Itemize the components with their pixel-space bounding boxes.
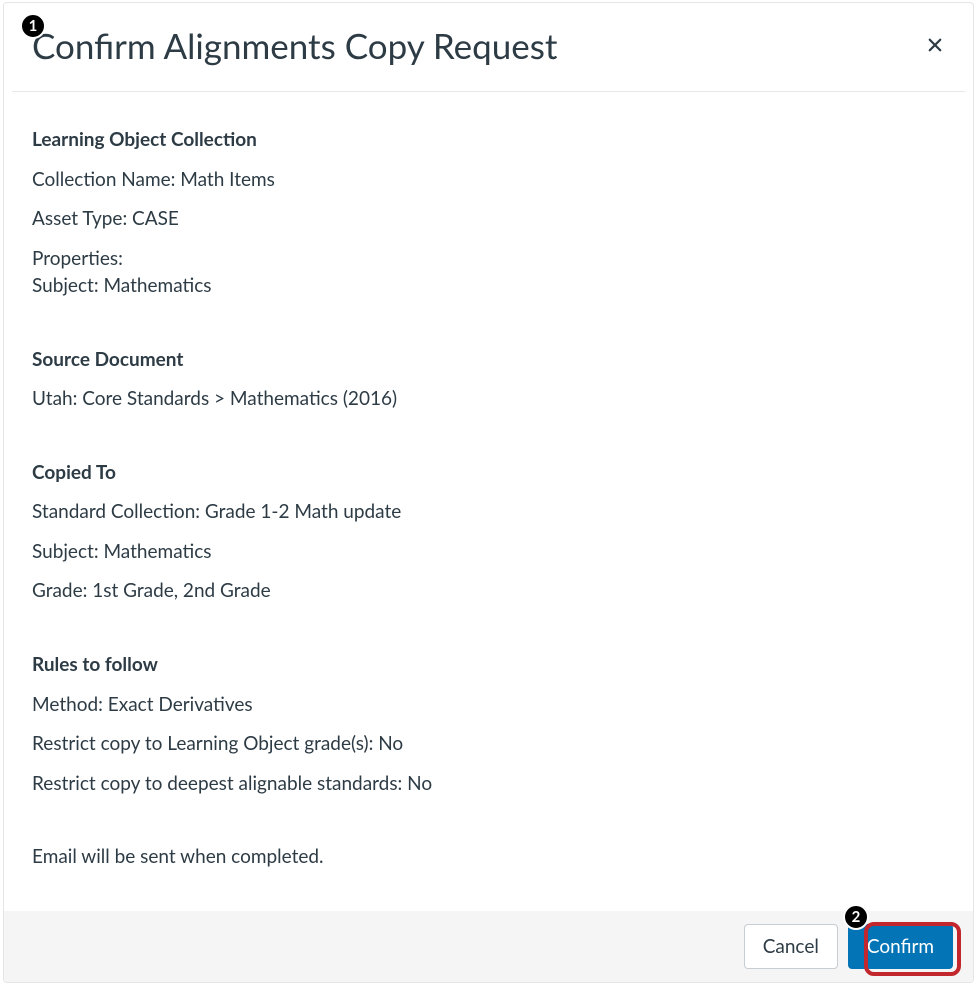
section-title-copied-to: Copied To xyxy=(32,459,945,487)
field-properties-label: Properties: xyxy=(32,245,945,273)
annotation-badge-2: 2 xyxy=(843,904,869,930)
field-asset-type: Asset Type: CASE xyxy=(32,205,945,233)
field-collection-name: Collection Name: Math Items xyxy=(32,166,945,194)
field-restrict-grade: Restrict copy to Learning Object grade(s… xyxy=(32,730,945,758)
section-learning-object-collection: Learning Object Collection Collection Na… xyxy=(32,126,945,300)
section-title-source: Source Document xyxy=(32,346,945,374)
field-properties-subject: Subject: Mathematics xyxy=(32,272,945,300)
close-button[interactable] xyxy=(919,29,951,61)
field-standard-collection: Standard Collection: Grade 1-2 Math upda… xyxy=(32,498,945,526)
section-source-document: Source Document Utah: Core Standards > M… xyxy=(32,346,945,413)
modal-body: Learning Object Collection Collection Na… xyxy=(4,92,973,911)
field-copied-to-subject: Subject: Mathematics xyxy=(32,538,945,566)
modal-footer: Cancel Confirm xyxy=(4,911,973,982)
confirm-button[interactable]: Confirm xyxy=(848,924,953,969)
field-source-value: Utah: Core Standards > Mathematics (2016… xyxy=(32,385,945,413)
section-copied-to: Copied To Standard Collection: Grade 1-2… xyxy=(32,459,945,605)
field-restrict-deepest: Restrict copy to deepest alignable stand… xyxy=(32,770,945,798)
section-title-collection: Learning Object Collection xyxy=(32,126,945,154)
field-properties-group: Properties: Subject: Mathematics xyxy=(32,245,945,300)
annotation-badge-1: 1 xyxy=(20,13,46,39)
close-icon xyxy=(926,36,944,54)
field-copied-to-grade: Grade: 1st Grade, 2nd Grade xyxy=(32,577,945,605)
completion-note: Email will be sent when completed. xyxy=(32,843,945,871)
modal-header: Confirm Alignments Copy Request xyxy=(4,3,973,91)
modal-title: Confirm Alignments Copy Request xyxy=(32,25,945,67)
confirm-dialog: 1 Confirm Alignments Copy Request Learni… xyxy=(3,2,974,983)
cancel-button[interactable]: Cancel xyxy=(744,924,838,969)
section-rules: Rules to follow Method: Exact Derivative… xyxy=(32,651,945,797)
section-title-rules: Rules to follow xyxy=(32,651,945,679)
field-method: Method: Exact Derivatives xyxy=(32,691,945,719)
